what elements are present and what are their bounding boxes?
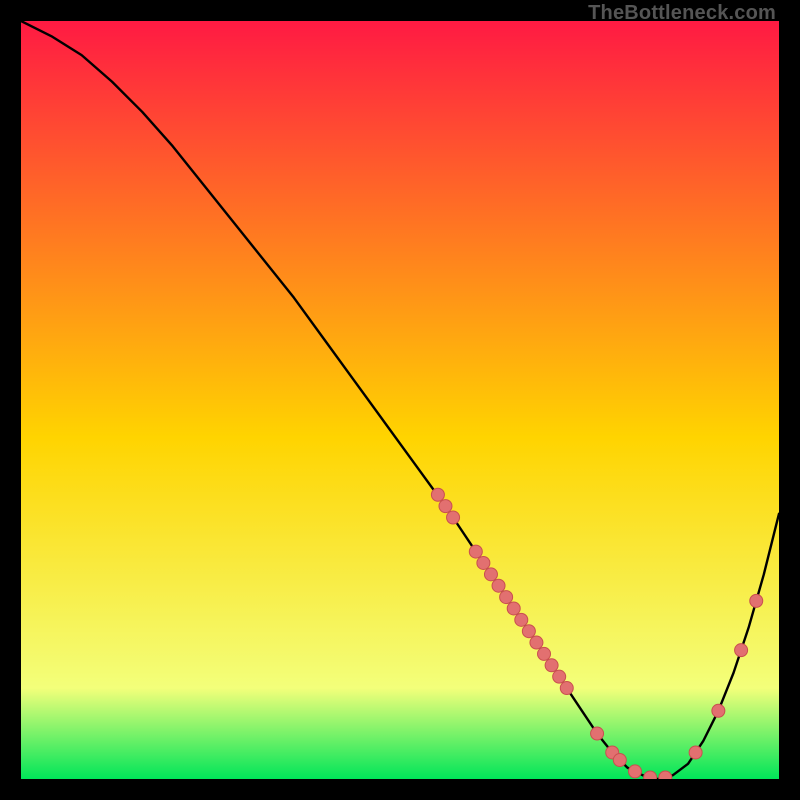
chart-frame: TheBottleneck.com: [0, 0, 800, 800]
sample-point: [712, 704, 725, 717]
sample-point: [469, 545, 482, 558]
watermark-text: TheBottleneck.com: [588, 2, 776, 25]
sample-point: [492, 579, 505, 592]
sample-point: [507, 602, 520, 615]
sample-point: [735, 644, 748, 657]
sample-point: [591, 727, 604, 740]
sample-point: [484, 568, 497, 581]
sample-point: [659, 771, 672, 779]
sample-point: [560, 682, 573, 695]
sample-point: [545, 659, 558, 672]
sample-point: [613, 754, 626, 767]
sample-point: [553, 670, 566, 683]
gradient-background: [21, 21, 779, 779]
sample-point: [431, 488, 444, 501]
sample-point: [477, 556, 490, 569]
sample-point: [628, 765, 641, 778]
sample-point: [644, 771, 657, 779]
sample-point: [538, 647, 551, 660]
sample-point: [439, 500, 452, 513]
sample-point: [689, 746, 702, 759]
sample-point: [500, 591, 513, 604]
plot-area: [21, 21, 779, 779]
plot-svg: [21, 21, 779, 779]
sample-point: [530, 636, 543, 649]
sample-point: [447, 511, 460, 524]
sample-point: [515, 613, 528, 626]
sample-point: [522, 625, 535, 638]
sample-point: [750, 594, 763, 607]
